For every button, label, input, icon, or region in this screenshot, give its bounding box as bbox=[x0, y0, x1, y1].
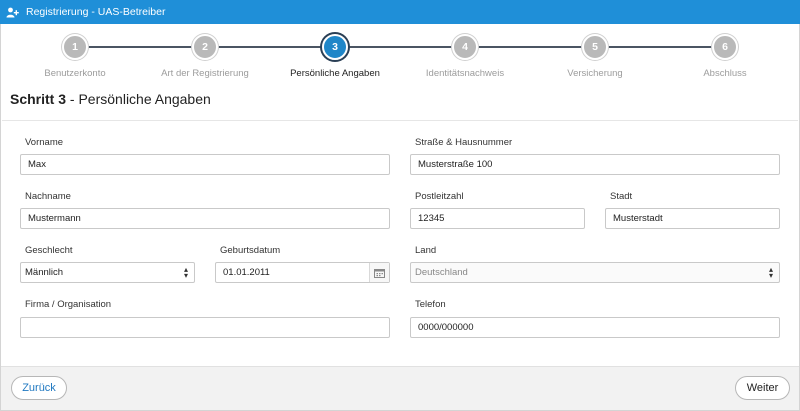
step-number: 6 bbox=[712, 34, 738, 60]
step-label: Benutzerkonto bbox=[44, 68, 106, 79]
step-number: 1 bbox=[62, 34, 88, 60]
firma-input[interactable] bbox=[20, 317, 390, 338]
geschlecht-select[interactable]: Männlich ▴ ▾ bbox=[20, 262, 195, 283]
step-label: Versicherung bbox=[567, 68, 623, 79]
step-number: 4 bbox=[452, 34, 478, 60]
nachname-input[interactable]: Mustermann bbox=[20, 208, 390, 229]
progress-stepper: 1 Benutzerkonto 2 Art der Registrierung … bbox=[0, 34, 800, 84]
strasse-label: Straße & Hausnummer bbox=[415, 137, 513, 148]
geburtsdatum-input[interactable]: 01.01.2011 bbox=[215, 262, 390, 283]
land-value: Deutschland bbox=[415, 267, 468, 278]
land-label: Land bbox=[415, 245, 437, 256]
step-6: 6 Abschluss bbox=[665, 34, 785, 79]
step-5: 5 Versicherung bbox=[535, 34, 655, 79]
firma-label: Firma / Organisation bbox=[25, 299, 112, 310]
step-1: 1 Benutzerkonto bbox=[15, 34, 135, 79]
step-label: Identitätsnachweis bbox=[425, 68, 505, 79]
calendar-icon[interactable] bbox=[369, 263, 389, 282]
nachname-label: Nachname bbox=[25, 191, 71, 202]
geburtsdatum-value: 01.01.2011 bbox=[223, 267, 270, 278]
telefon-input[interactable]: 0000/000000 bbox=[410, 317, 780, 338]
back-button[interactable]: Zurück bbox=[11, 376, 67, 400]
step-indicator: Schritt 3 bbox=[10, 91, 67, 107]
step-number: 5 bbox=[582, 34, 608, 60]
plz-input[interactable]: 12345 bbox=[410, 208, 585, 229]
step-label: Persönliche Angaben bbox=[290, 68, 380, 79]
heading-separator: - bbox=[66, 91, 79, 107]
vorname-label: Vorname bbox=[25, 137, 64, 148]
strasse-input[interactable]: Musterstraße 100 bbox=[410, 154, 780, 175]
step-label: Abschluss bbox=[703, 68, 747, 79]
window-titlebar: Registrierung - UAS-Betreiber bbox=[0, 0, 800, 24]
step-3: 3 Persönliche Angaben bbox=[275, 34, 395, 79]
telefon-label: Telefon bbox=[415, 299, 446, 310]
stadt-label: Stadt bbox=[610, 191, 633, 202]
add-user-icon bbox=[6, 6, 20, 18]
step-number: 2 bbox=[192, 34, 218, 60]
section-title: Persönliche Angaben bbox=[78, 91, 211, 107]
step-number: 3 bbox=[322, 34, 348, 60]
dialog-footer: Zurück Weiter bbox=[1, 366, 799, 410]
window-title: Registrierung - UAS-Betreiber bbox=[26, 6, 166, 18]
page-title: Schritt 3 - Persönliche Angaben bbox=[10, 91, 211, 107]
step-4: 4 Identitätsnachweis bbox=[405, 34, 525, 79]
geburtsdatum-label: Geburtsdatum bbox=[220, 245, 281, 256]
select-arrows-icon: ▴ ▾ bbox=[768, 264, 773, 280]
plz-label: Postleitzahl bbox=[415, 191, 464, 202]
step-2: 2 Art der Registrierung bbox=[145, 34, 265, 79]
geschlecht-value: Männlich bbox=[25, 267, 64, 278]
personal-data-form: Vorname Max Nachname Mustermann Geschlec… bbox=[2, 120, 798, 366]
land-select[interactable]: Deutschland ▴ ▾ bbox=[410, 262, 780, 283]
stadt-input[interactable]: Musterstadt bbox=[605, 208, 780, 229]
select-arrows-icon: ▴ ▾ bbox=[183, 264, 188, 280]
next-button[interactable]: Weiter bbox=[735, 376, 790, 400]
geschlecht-label: Geschlecht bbox=[25, 245, 73, 256]
step-label: Art der Registrierung bbox=[161, 68, 249, 79]
vorname-input[interactable]: Max bbox=[20, 154, 390, 175]
